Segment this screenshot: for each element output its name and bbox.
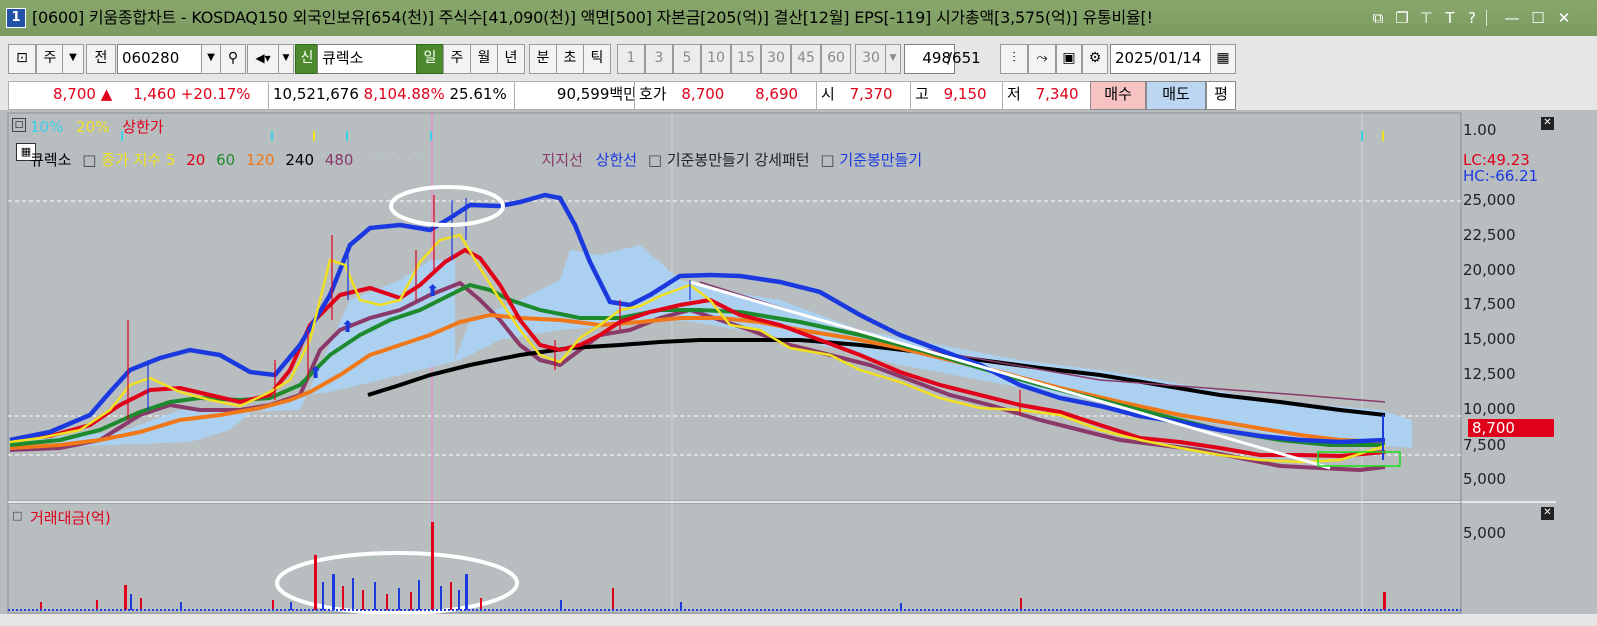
- y-tick-label: 12,500: [1463, 365, 1516, 383]
- legend-upper-limit: 상한가: [122, 118, 164, 136]
- current-price-tag: 8,700: [1468, 419, 1554, 437]
- volume-y-tick: 5,000: [1463, 524, 1506, 542]
- volume-toggle-icon[interactable]: □: [12, 509, 22, 522]
- signal-markers: [121, 131, 1384, 141]
- volume-bars: [40, 522, 1386, 610]
- y-tick-label: 10,000: [1463, 400, 1516, 418]
- y-tick-label: 20,000: [1463, 261, 1516, 279]
- y-tick-label: 17,500: [1463, 295, 1516, 313]
- trendline: [689, 280, 1331, 470]
- legend-cloud-labels: · · · · · ·: [368, 151, 421, 169]
- volume-panel-border: [7, 502, 1462, 614]
- hc-label: HC:-66.21: [1463, 167, 1539, 185]
- signal-arrow-icon: ⬆: [341, 317, 354, 336]
- legend-ma480: 480: [324, 151, 354, 169]
- legend-20pct: 20%: [76, 118, 110, 136]
- legend-ma240: 240: [285, 151, 315, 169]
- legend-base-candle-pattern: 기준봉만들기 강세패턴: [666, 151, 810, 169]
- legend-ma120: 120: [245, 151, 275, 169]
- legend-support: 지지선: [541, 151, 583, 169]
- panel-close-icon[interactable]: ✕: [1541, 507, 1554, 520]
- bottom-strip: [0, 614, 1597, 626]
- signal-arrow-icon: ⬆: [426, 281, 439, 300]
- legend-10pct: 10%: [30, 118, 64, 136]
- legend-ma60: 60: [216, 151, 236, 169]
- y-tick-label: 15,000: [1463, 330, 1516, 348]
- legend-base-candle: 기준봉만들기: [839, 151, 923, 169]
- indicator-legend: 큐렉소 □ 종가 지수 5 20 60 120 240 480 · · · · …: [30, 151, 923, 169]
- price-chart-svg[interactable]: ⬆ ⬆ ⬆: [0, 0, 1597, 626]
- legend-ma5: 종가 지수 5: [101, 151, 176, 169]
- y-tick-label: 7,500: [1463, 436, 1506, 454]
- y-tick-label: 25,000: [1463, 191, 1516, 209]
- signal-arrow-icon: ⬆: [309, 363, 322, 382]
- legend-stock: 큐렉소: [30, 151, 72, 169]
- legend-upper-band: 상한선: [595, 151, 638, 169]
- y-tick-label: 5,000: [1463, 470, 1506, 488]
- volume-panel-title: 거래대금(억): [30, 509, 111, 527]
- legend-ma20: 20: [186, 151, 206, 169]
- top-legend: 10% 20% 상한가: [30, 116, 164, 137]
- panel-close-icon[interactable]: ✕: [1541, 117, 1554, 130]
- panel-toggle-icon[interactable]: □: [12, 118, 26, 132]
- y-tick-label: 1.00: [1463, 121, 1497, 139]
- y-tick-label: 22,500: [1463, 226, 1516, 244]
